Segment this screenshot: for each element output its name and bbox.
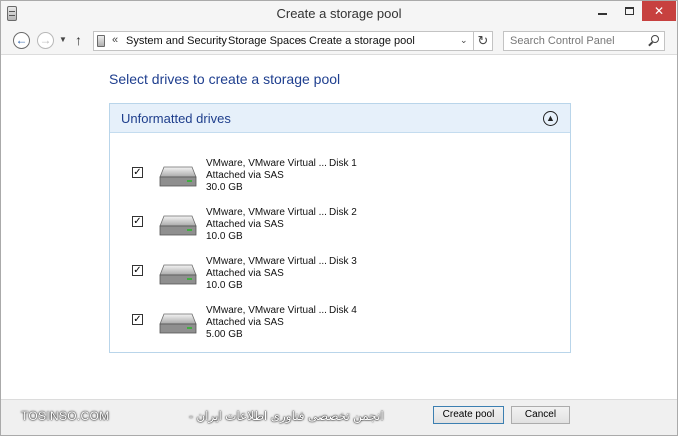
close-button[interactable]: ✕ bbox=[642, 1, 676, 21]
breadcrumb-create-storage-pool[interactable]: Create a storage pool bbox=[309, 35, 415, 47]
drive-checkbox[interactable]: ✓ bbox=[132, 216, 143, 227]
window: Create a storage pool ✕ ← → ▼ ↑ « System… bbox=[0, 0, 678, 436]
drive-name: VMware, VMware Virtual ... bbox=[206, 207, 327, 218]
recent-locations-chevron-icon[interactable]: ▼ bbox=[59, 35, 67, 44]
breadcrumb-chevron-icon[interactable]: › bbox=[218, 35, 221, 45]
cancel-button[interactable]: Cancel bbox=[511, 406, 570, 424]
forward-button[interactable]: → bbox=[37, 32, 54, 49]
breadcrumb-storage-spaces[interactable]: Storage Spaces bbox=[228, 35, 306, 47]
group-header[interactable]: Unformatted drives ▲ bbox=[110, 104, 570, 133]
up-button[interactable]: ↑ bbox=[75, 32, 82, 48]
breadcrumb-overflow-icon[interactable]: « bbox=[112, 34, 118, 46]
title-bar: Create a storage pool ✕ bbox=[1, 1, 677, 27]
drive-attachment: Attached via SAS bbox=[206, 170, 284, 181]
hard-drive-icon bbox=[159, 166, 197, 187]
drive-checkbox[interactable]: ✓ bbox=[132, 314, 143, 325]
maximize-icon bbox=[624, 6, 634, 15]
drive-size: 5.00 GB bbox=[206, 329, 243, 340]
drive-checkbox[interactable]: ✓ bbox=[132, 167, 143, 178]
breadcrumb-chevron-icon[interactable]: › bbox=[299, 35, 302, 45]
page-heading: Select drives to create a storage pool bbox=[109, 71, 341, 87]
hard-drive-icon bbox=[159, 264, 197, 285]
drive-checkbox[interactable]: ✓ bbox=[132, 265, 143, 276]
watermark-text: TOSINSO.COM bbox=[21, 409, 110, 423]
minimize-icon bbox=[598, 12, 607, 15]
group-title: Unformatted drives bbox=[121, 111, 231, 126]
back-button[interactable]: ← bbox=[13, 32, 30, 49]
search-input[interactable]: Search Control Panel bbox=[503, 31, 665, 51]
maximize-button[interactable] bbox=[616, 1, 642, 21]
drive-name: VMware, VMware Virtual ... bbox=[206, 305, 327, 316]
drive-disk-number: Disk 2 bbox=[329, 207, 357, 218]
collapse-chevron-up-icon[interactable]: ▲ bbox=[543, 111, 558, 126]
breadcrumb-system-and-security[interactable]: System and Security bbox=[126, 35, 227, 47]
address-bar[interactable]: « System and Security › Storage Spaces ›… bbox=[93, 31, 474, 51]
unformatted-drives-group: Unformatted drives ▲ ✓ VMware, VMware Vi… bbox=[109, 103, 571, 353]
drive-disk-number: Disk 4 bbox=[329, 305, 357, 316]
drive-size: 10.0 GB bbox=[206, 280, 243, 291]
hard-drive-icon bbox=[159, 215, 197, 236]
drive-attachment: Attached via SAS bbox=[206, 219, 284, 230]
drive-name: VMware, VMware Virtual ... bbox=[206, 256, 327, 267]
drive-row-disk-1[interactable]: ✓ VMware, VMware Virtual ... Disk 1 Atta… bbox=[132, 156, 552, 204]
watermark-persian-text: انجمن تخصصی فناوری اطلاعات ایران - bbox=[189, 409, 384, 423]
drive-size: 10.0 GB bbox=[206, 231, 243, 242]
dialog-footer: TOSINSO.COM انجمن تخصصی فناوری اطلاعات ا… bbox=[1, 399, 677, 435]
drive-name: VMware, VMware Virtual ... bbox=[206, 158, 327, 169]
drive-row-disk-3[interactable]: ✓ VMware, VMware Virtual ... Disk 3 Atta… bbox=[132, 254, 552, 302]
drive-attachment: Attached via SAS bbox=[206, 268, 284, 279]
refresh-button[interactable]: ↻ bbox=[474, 31, 493, 51]
search-placeholder: Search Control Panel bbox=[510, 35, 615, 47]
minimize-button[interactable] bbox=[589, 1, 616, 21]
drive-row-disk-4[interactable]: ✓ VMware, VMware Virtual ... Disk 4 Atta… bbox=[132, 303, 552, 351]
search-icon[interactable] bbox=[648, 34, 659, 44]
control-panel-icon bbox=[97, 35, 105, 47]
drive-size: 30.0 GB bbox=[206, 182, 243, 193]
address-dropdown-icon[interactable]: ⌄ bbox=[460, 35, 468, 46]
hard-drive-icon bbox=[159, 313, 197, 334]
drive-disk-number: Disk 1 bbox=[329, 158, 357, 169]
create-pool-button[interactable]: Create pool bbox=[433, 406, 504, 424]
drive-disk-number: Disk 3 bbox=[329, 256, 357, 267]
window-title: Create a storage pool bbox=[276, 6, 402, 21]
drive-attachment: Attached via SAS bbox=[206, 317, 284, 328]
drive-row-disk-2[interactable]: ✓ VMware, VMware Virtual ... Disk 2 Atta… bbox=[132, 205, 552, 253]
navigation-bar: ← → ▼ ↑ « System and Security › Storage … bbox=[1, 27, 677, 55]
